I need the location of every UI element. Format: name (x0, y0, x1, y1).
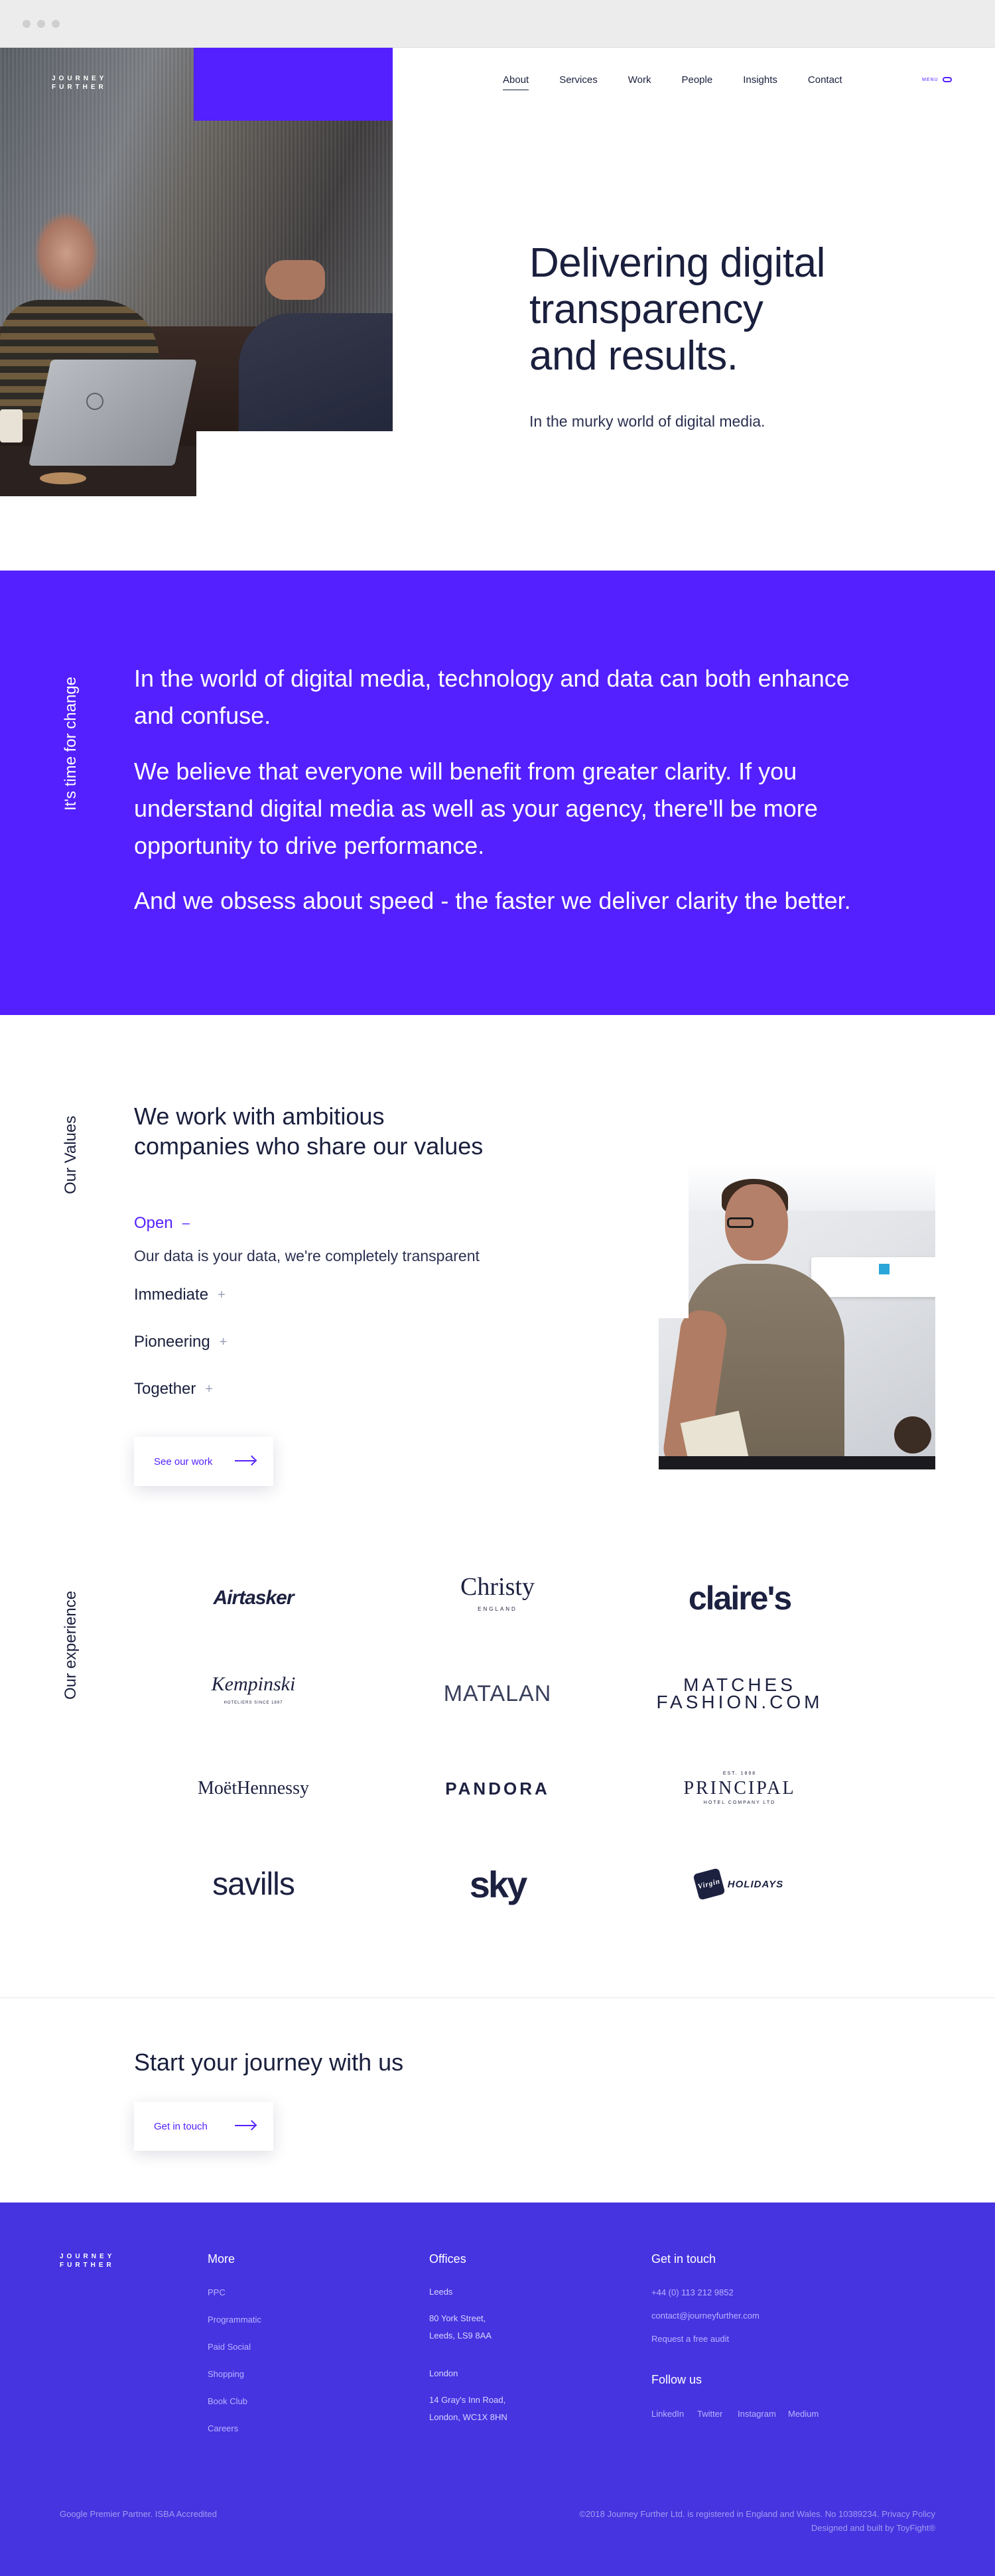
values-title: We work with ambitious companies who sha… (134, 1103, 484, 1160)
browser-chrome (0, 0, 995, 48)
client-logo-virgin-holidays: Virgin HOLIDAYS (653, 1861, 826, 1907)
office-london-address: 14 Gray's Inn Road, London, WC1X 8HN (429, 2395, 507, 2422)
cta-title: Start your journey with us (134, 2049, 404, 2076)
footer-link-book-club[interactable]: Book Club (208, 2396, 247, 2406)
expand-icon: + (219, 1334, 228, 1349)
footer-email-link[interactable]: contact@journeyfurther.com (651, 2311, 760, 2321)
nav-about[interactable]: About (503, 74, 529, 90)
office-london-label: London (429, 2368, 458, 2378)
value-open-toggle[interactable]: Open – (134, 1214, 190, 1233)
hero-subtitle: In the murky world of digital media. (529, 413, 765, 430)
value-together-toggle[interactable]: Together + (134, 1380, 213, 1398)
site-logo[interactable]: JOURNEY FURTHER (52, 74, 118, 92)
footer-instagram-link[interactable]: Instagram (738, 2409, 776, 2419)
menu-label: MENU (922, 77, 939, 82)
footer-link-shopping[interactable]: Shopping (208, 2369, 244, 2379)
nav-contact[interactable]: Contact (808, 74, 842, 90)
window-minimize-dot[interactable] (37, 20, 45, 28)
client-logo-moet-hennessy: MoëtHennessy (198, 1778, 309, 1798)
experience-section-label: Our experience (62, 1590, 80, 1700)
main-nav: About Services Work People Insights Cont… (503, 74, 873, 90)
footer-follow-heading: Follow us (651, 2373, 702, 2386)
client-logo-matches: MATCHES FASHION.COM (656, 1674, 823, 1712)
client-logo-claires: claire's (688, 1580, 792, 1617)
client-logo-savills: savills (212, 1866, 295, 1902)
footer-link-careers[interactable]: Careers (208, 2423, 238, 2433)
window-maximize-dot[interactable] (52, 20, 60, 28)
footer-legal-text: ©2018 Journey Further Ltd. is registered… (579, 2509, 935, 2533)
menu-toggle[interactable]: MENU (922, 77, 952, 82)
nav-work[interactable]: Work (628, 74, 651, 90)
footer-offices-heading: Offices (429, 2252, 466, 2266)
value-immediate-toggle[interactable]: Immediate + (134, 1286, 226, 1304)
expand-icon: + (205, 1381, 214, 1396)
value-description: Our data is your data, we're completely … (134, 1247, 480, 1264)
footer-contact-heading: Get in touch (651, 2252, 716, 2266)
footer-audit-link[interactable]: Request a free audit (651, 2334, 729, 2344)
footer-more-heading: More (208, 2252, 235, 2266)
hero-title: Delivering digital transparency and resu… (529, 240, 825, 379)
collapse-icon: – (182, 1215, 190, 1231)
values-photo (659, 1164, 935, 1469)
window-close-dot[interactable] (23, 20, 31, 28)
footer-twitter-link[interactable]: Twitter (697, 2409, 722, 2419)
footer-link-programmatic[interactable]: Programmatic (208, 2315, 261, 2325)
client-logo-christy: Christy ENGLAND (460, 1573, 535, 1612)
client-logo-principal: EST. 1898 PRINCIPAL HOTEL COMPANY LTD (683, 1771, 796, 1805)
toggle-icon (942, 77, 952, 82)
expand-icon: + (218, 1287, 226, 1302)
get-in-touch-button[interactable]: Get in touch (134, 2102, 273, 2151)
footer-phone-link[interactable]: +44 (0) 113 212 9852 (651, 2287, 734, 2297)
statement-paragraph: In the world of digital media, technolog… (134, 665, 850, 729)
client-logo-sky: sky (469, 1863, 527, 1905)
hero-section: JOURNEY FURTHER About Services Work Peop… (0, 48, 995, 571)
client-logo-kempinski: Kempinski HOTELIERS SINCE 1897 (211, 1673, 296, 1706)
see-our-work-button[interactable]: See our work (134, 1437, 273, 1486)
nav-services[interactable]: Services (559, 74, 598, 90)
client-logo-pandora: PANDORA (445, 1778, 550, 1798)
footer-linkedin-link[interactable]: LinkedIn (651, 2409, 684, 2419)
footer-partner-text: Google Premier Partner. ISBA Accredited (60, 2509, 218, 2519)
site-footer: JOURNEY FURTHER More PPC Programmatic Pa… (0, 2203, 995, 2576)
office-leeds-address: 80 York Street, Leeds, LS9 8AA (429, 2313, 492, 2340)
nav-insights[interactable]: Insights (743, 74, 777, 90)
statement-section-label: It's time for change (62, 676, 80, 811)
footer-link-ppc[interactable]: PPC (208, 2287, 226, 2297)
footer-logo[interactable]: JOURNEY FURTHER (60, 2252, 115, 2270)
arrow-right-icon (235, 1460, 255, 1461)
values-section-label: Our Values (62, 1115, 80, 1194)
arrow-right-icon (235, 2125, 255, 2126)
hero-accent-block (194, 48, 393, 121)
footer-link-paid-social[interactable]: Paid Social (208, 2342, 251, 2352)
value-pioneering-toggle[interactable]: Pioneering + (134, 1333, 227, 1351)
footer-medium-link[interactable]: Medium (788, 2409, 819, 2419)
statement-paragraph: We believe that everyone will benefit fr… (134, 758, 818, 859)
office-leeds-label: Leeds (429, 2287, 453, 2297)
statement-section: It's time for change In the world of dig… (0, 571, 995, 1015)
statement-paragraph: And we obsess about speed - the faster w… (134, 887, 851, 914)
nav-people[interactable]: People (681, 74, 712, 90)
client-logo-matalan: MATALAN (443, 1680, 552, 1706)
client-logo-airtasker: Airtasker (213, 1587, 294, 1609)
